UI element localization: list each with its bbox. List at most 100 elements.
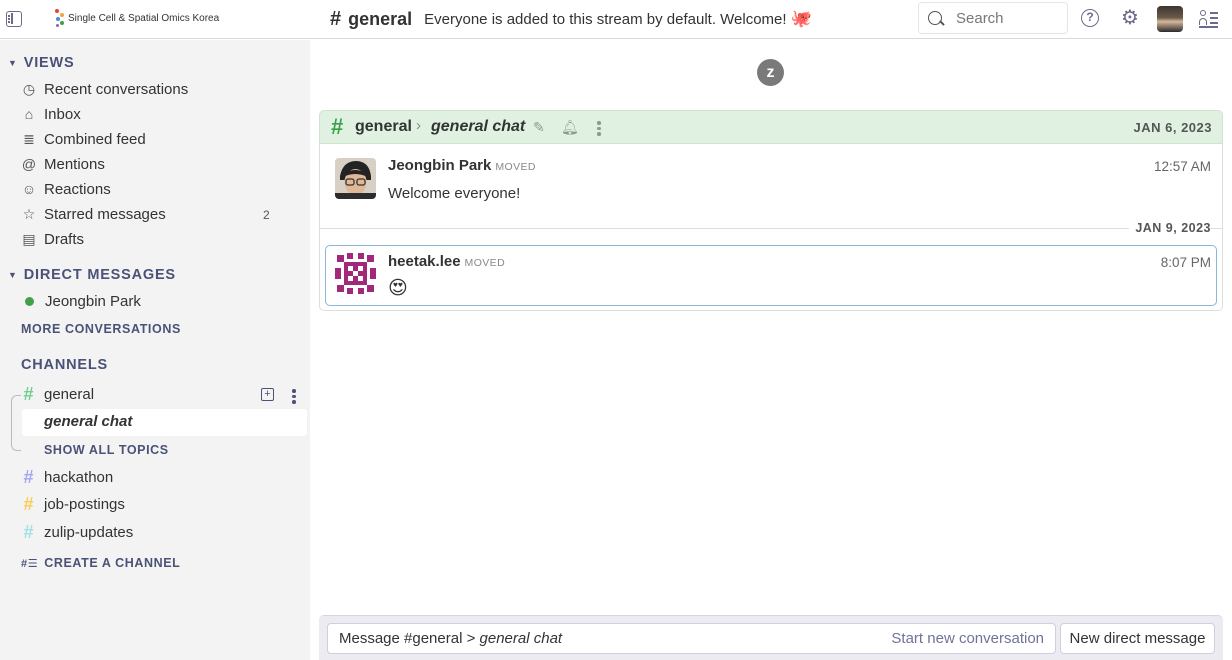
sender-heetak-lee[interactable]: heetak.lee MOVED (388, 253, 505, 270)
recipient-date: JAN 6, 2023 (1133, 120, 1212, 135)
channel-hackathon[interactable]: # hackathon (21, 465, 113, 489)
view-combined-feed[interactable]: ≣ Combined feed (21, 128, 146, 150)
view-starred-messages[interactable]: ☆ Starred messages (21, 203, 166, 225)
avatar-heetak-lee[interactable] (335, 253, 376, 294)
channel-hash-icon: # (23, 521, 34, 542)
view-inbox[interactable]: ⌂ Inbox (21, 103, 81, 125)
dm-header-label: DIRECT MESSAGES (23, 267, 176, 283)
topic-menu-icon[interactable] (597, 121, 601, 138)
star-icon: ☆ (22, 206, 36, 222)
dm-user-name: Jeongbin Park (45, 292, 141, 310)
stream-name[interactable]: general (348, 9, 412, 30)
topic-tree-line (11, 395, 21, 451)
channel-zulip-updates[interactable]: # zulip-updates (21, 520, 133, 544)
view-recent-conversations[interactable]: ◷ Recent conversations (21, 78, 188, 100)
compose-placeholder: Message #general > general chat (339, 630, 562, 647)
user-list-icon[interactable] (1199, 9, 1219, 29)
inbox-icon: ⌂ (24, 106, 34, 122)
sidebar-toggle-icon[interactable] (6, 11, 22, 27)
stream-hash-icon: # (331, 114, 344, 139)
start-new-conversation-button[interactable]: Start new conversation (891, 630, 1044, 647)
recipient-bar: # general › general chat ✎ 🔔︎ JAN 6, 202… (319, 110, 1223, 144)
channel-job-postings[interactable]: # job-postings (21, 492, 125, 516)
moved-badge: MOVED (464, 257, 506, 269)
message-time[interactable]: 8:07 PM (1161, 255, 1211, 270)
direct-messages-header[interactable]: ▼ DIRECT MESSAGES (8, 267, 176, 283)
compose-placeholder-prefix: Message #general > (339, 630, 480, 647)
view-label: Drafts (44, 230, 85, 248)
bell-icon[interactable]: 🔔︎ (561, 119, 579, 136)
at-icon: @ (21, 156, 37, 172)
org-name: Single Cell & Spatial Omics Korea (68, 12, 220, 24)
new-direct-message-button[interactable]: New direct message (1060, 623, 1215, 654)
starred-count: 2 (263, 208, 270, 222)
channel-menu-icon[interactable] (292, 389, 296, 406)
help-icon[interactable]: ? (1081, 9, 1099, 27)
top-navbar: Single Cell & Spatial Omics Korea # gene… (0, 0, 1232, 39)
channels-header-label: CHANNELS (21, 357, 108, 373)
message-time[interactable]: 12:57 AM (1154, 159, 1211, 174)
chevron-right-icon: › (416, 117, 421, 134)
compose-message-input[interactable]: Message #general > general chat Start ne… (327, 623, 1056, 654)
view-reactions[interactable]: ☺ Reactions (21, 178, 111, 200)
view-label: Combined feed (44, 130, 146, 148)
create-channel-label: CREATE A CHANNEL (44, 556, 181, 570)
view-mentions[interactable]: @ Mentions (21, 153, 105, 175)
show-all-topics-link[interactable]: SHOW ALL TOPICS (44, 443, 169, 457)
avatar-image (335, 158, 376, 199)
identicon-avatar-image (335, 253, 376, 294)
sender-name: heetak.lee (388, 253, 461, 270)
more-conversations-link[interactable]: MORE CONVERSATIONS (21, 322, 181, 336)
topic-label: general chat (44, 413, 133, 430)
hash-icon: # (330, 7, 342, 30)
zulip-logo-icon: z (757, 59, 784, 86)
caret-down-icon: ▼ (8, 58, 18, 68)
create-channel-icon: #☰ (21, 557, 39, 570)
recipient-stream[interactable]: general (355, 118, 412, 136)
left-sidebar: ▼ VIEWS ◷ Recent conversations ⌂ Inbox ≣… (0, 40, 310, 660)
octopus-emoji-icon: 🐙 (790, 9, 812, 28)
drafts-icon: ▤ (22, 231, 36, 247)
channel-name: general (44, 385, 95, 403)
view-label: Starred messages (44, 205, 166, 223)
views-header-label: VIEWS (23, 55, 75, 71)
date-separator-label: JAN 9, 2023 (1129, 221, 1211, 235)
dna-logo-icon (55, 9, 65, 27)
stream-description: Everyone is added to this stream by defa… (424, 10, 787, 28)
caret-down-icon: ▼ (8, 270, 18, 280)
dm-user-jeongbin-park[interactable]: Jeongbin Park (21, 290, 141, 312)
feed-icon: ≣ (23, 131, 35, 147)
channel-hash-icon: # (23, 383, 34, 404)
channel-hash-icon: # (23, 466, 34, 487)
message-group: Jeongbin Park MOVED 12:57 AM Welcome ever… (319, 144, 1223, 311)
search-input[interactable] (956, 9, 1066, 27)
views-header[interactable]: ▼ VIEWS (8, 55, 74, 71)
view-label: Inbox (44, 105, 81, 123)
date-separator-line (320, 228, 1222, 229)
edit-topic-icon[interactable]: ✎ (533, 119, 545, 136)
org-logo[interactable]: Single Cell & Spatial Omics Korea (55, 8, 219, 28)
stream-header: # general Everyone is added to this stre… (330, 7, 812, 31)
user-avatar[interactable] (1157, 6, 1183, 32)
sender-name: Jeongbin Park (388, 157, 492, 174)
compose-area: Message #general > general chat Start ne… (319, 615, 1223, 660)
search-box[interactable] (918, 2, 1068, 34)
view-drafts[interactable]: ▤ Drafts (21, 228, 84, 250)
heart-eyes-emoji-icon: 😍 (388, 278, 408, 299)
channels-header[interactable]: CHANNELS (21, 357, 108, 373)
new-topic-plus-icon[interactable]: + (261, 388, 274, 401)
gear-icon[interactable]: ⚙ (1119, 7, 1141, 29)
sender-jeongbin-park[interactable]: Jeongbin Park MOVED (388, 157, 536, 174)
channel-hash-icon: # (23, 493, 34, 514)
recipient-topic[interactable]: general chat (431, 118, 525, 136)
view-label: Reactions (44, 180, 111, 198)
view-label: Recent conversations (44, 80, 189, 98)
search-icon (928, 11, 942, 25)
create-channel-link[interactable]: #☰ CREATE A CHANNEL (21, 556, 180, 570)
message-content: Welcome everyone! (388, 185, 521, 202)
channel-name: hackathon (44, 468, 114, 486)
channel-name: job-postings (44, 495, 125, 513)
avatar-jeongbin-park[interactable] (335, 158, 376, 199)
channel-general[interactable]: # general (21, 382, 94, 406)
topic-general-chat[interactable]: general chat (22, 409, 307, 436)
